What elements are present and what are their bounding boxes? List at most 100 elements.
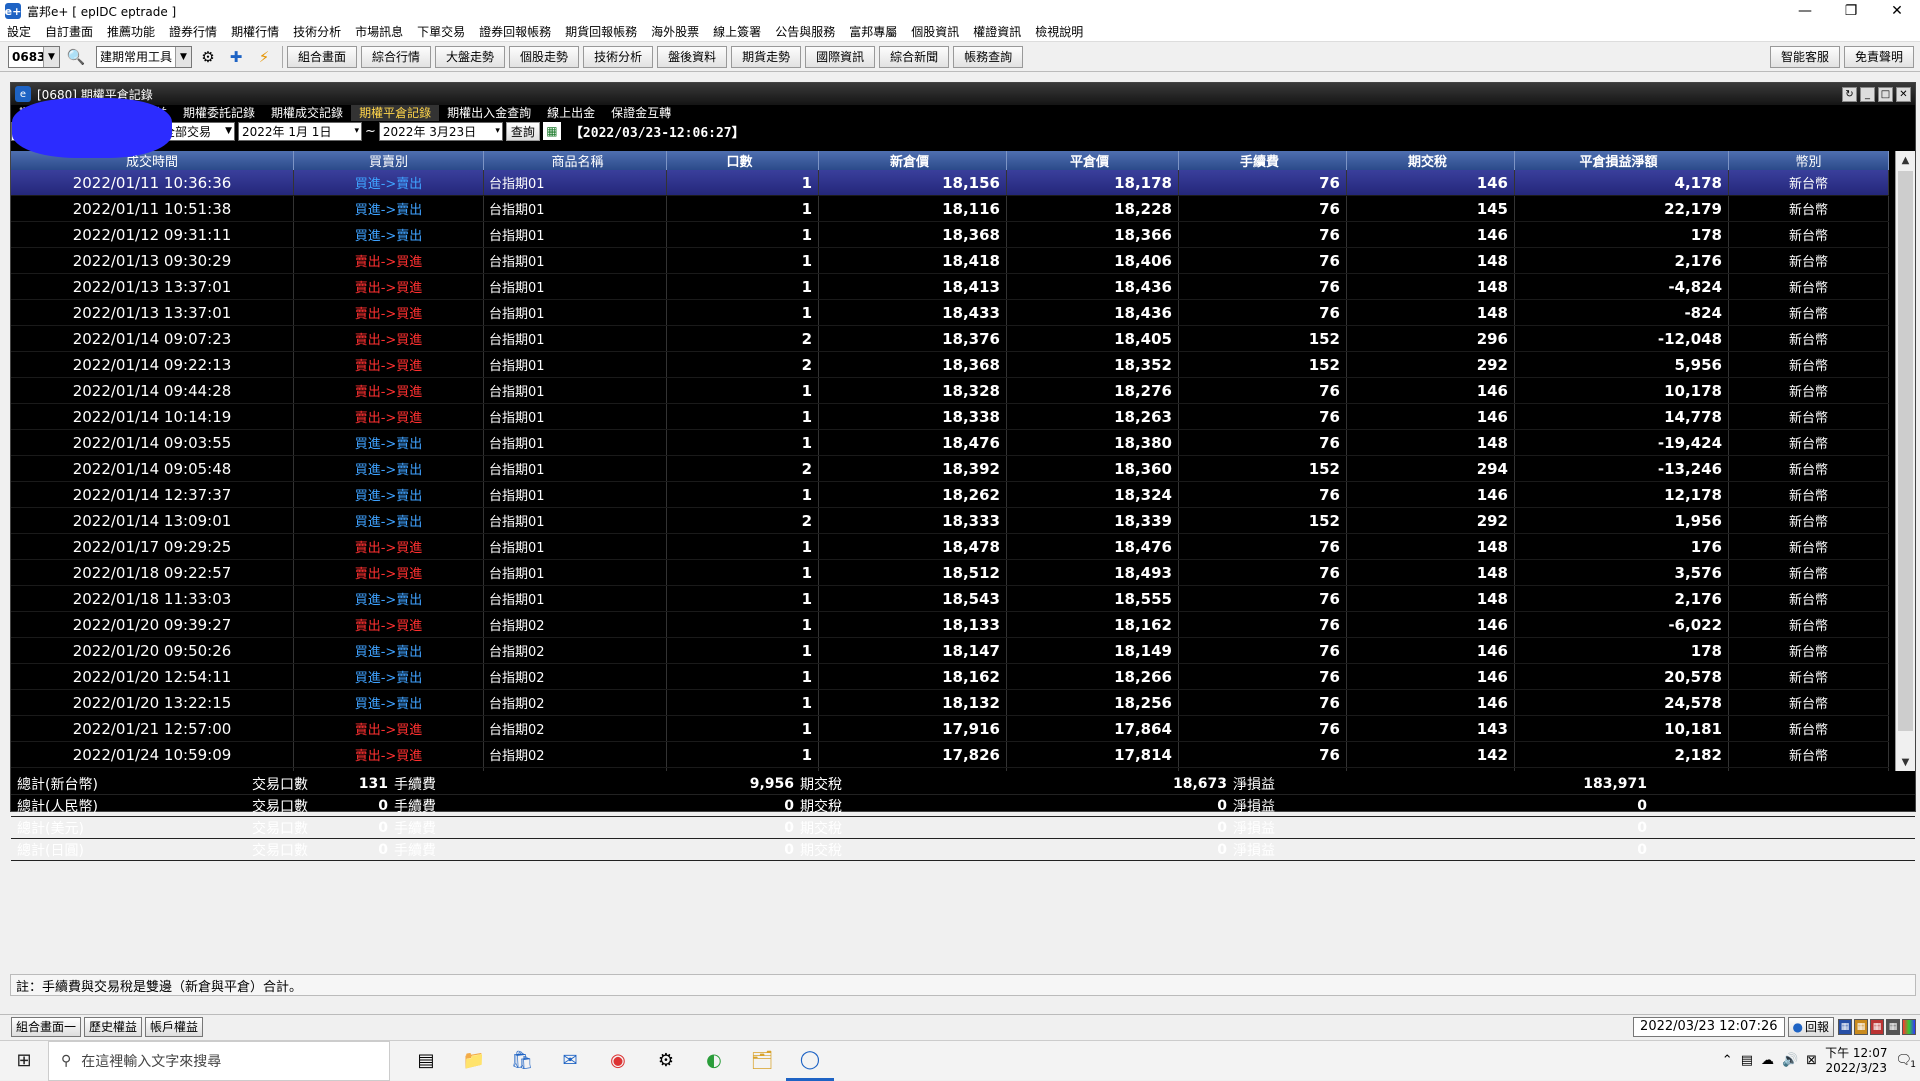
tab-7[interactable]: 保證金互轉 bbox=[603, 105, 679, 121]
stock-code-input[interactable]: 0683 ▼ bbox=[8, 45, 60, 68]
table-row[interactable]: 2022/01/20 12:54:11 買進->賣出 台指期02 1 18,162 18,… bbox=[11, 664, 1889, 690]
chrome-icon[interactable]: ◉ bbox=[594, 1041, 642, 1081]
table-row[interactable]: 2022/01/14 13:09:01 買進->賣出 台指期01 2 18,333 18,… bbox=[11, 508, 1889, 534]
table-row[interactable]: 2022/01/24 11:13:53賣出->買進台指期02117,86817,… bbox=[11, 768, 1889, 771]
table-row[interactable]: 2022/01/12 09:31:11 買進->賣出 台指期01 1 18,368 18,… bbox=[11, 222, 1889, 248]
table-row[interactable]: 2022/01/14 09:22:13 賣出->買進 台指期01 2 18,368 18,… bbox=[11, 352, 1889, 378]
settings-tool-icon[interactable]: ⚙ bbox=[196, 46, 220, 68]
taskbar-clock[interactable]: 下午 12:07 2022/3/23 bbox=[1825, 1046, 1887, 1076]
chevron-up-icon[interactable]: ⌃ bbox=[1722, 1053, 1733, 1068]
toolbar-right-button[interactable]: 免責聲明 bbox=[1843, 45, 1914, 68]
scroll-down-icon[interactable]: ▼ bbox=[1896, 753, 1915, 771]
menu-item[interactable]: 下單交易 bbox=[410, 23, 472, 40]
restore-icon[interactable]: ❐ bbox=[1828, 0, 1874, 22]
menu-item[interactable]: 證券回報帳務 bbox=[472, 23, 558, 40]
scroll-thumb[interactable] bbox=[1898, 171, 1913, 731]
layout-icon-3[interactable]: ▦ bbox=[1870, 1018, 1884, 1035]
toolbar-button[interactable]: 綜合行情 bbox=[361, 45, 432, 68]
settings-icon[interactable]: ⚙ bbox=[642, 1041, 690, 1081]
start-date-picker[interactable]: 2022年 1月 1日 ▾ bbox=[238, 121, 362, 141]
menu-item[interactable]: 海外股票 bbox=[644, 23, 706, 40]
cloud-icon[interactable]: ☁ bbox=[1761, 1053, 1774, 1068]
status-tab[interactable]: 歷史權益 bbox=[84, 1016, 143, 1037]
menu-item[interactable]: 自訂畫面 bbox=[38, 23, 100, 40]
table-row[interactable]: 2022/01/14 09:05:48 買進->賣出 台指期01 2 18,392 18,… bbox=[11, 456, 1889, 482]
toolbar-button[interactable]: 個股走勢 bbox=[509, 45, 580, 68]
table-row[interactable]: 2022/01/13 13:37:01 賣出->買進 台指期01 1 18,433 18,… bbox=[11, 300, 1889, 326]
minimize-icon[interactable]: _ bbox=[1860, 86, 1875, 102]
table-row[interactable]: 2022/01/13 09:30:29 賣出->買進 台指期01 1 18,418 18,… bbox=[11, 248, 1889, 274]
table-row[interactable]: 2022/01/24 10:59:09 賣出->買進 台指期02 1 17,826 17,… bbox=[11, 742, 1889, 768]
app-folder-icon[interactable]: 🗂 bbox=[738, 1041, 786, 1081]
column-header[interactable]: 期交稅 bbox=[1347, 151, 1515, 170]
task-view-icon[interactable]: ▤ bbox=[402, 1041, 450, 1081]
menu-item[interactable]: 權證資訊 bbox=[966, 23, 1028, 40]
table-row[interactable]: 2022/01/20 09:39:27 賣出->買進 台指期02 1 18,133 18,… bbox=[11, 612, 1889, 638]
toolbar-button[interactable]: 綜合新聞 bbox=[879, 45, 950, 68]
menu-item[interactable]: 市場訊息 bbox=[348, 23, 410, 40]
scroll-up-icon[interactable]: ▲ bbox=[1896, 151, 1915, 169]
refresh-icon[interactable]: ↻ bbox=[1842, 86, 1857, 102]
tab-6[interactable]: 線上出金 bbox=[539, 105, 603, 121]
tool-combo[interactable]: 建期常用工具 ▼ bbox=[96, 45, 192, 68]
table-row[interactable]: 2022/01/14 10:14:19 賣出->買進 台指期01 1 18,338 18,… bbox=[11, 404, 1889, 430]
network-icon[interactable]: ▤ bbox=[1741, 1053, 1753, 1068]
toolbar-button[interactable]: 盤後資料 bbox=[657, 45, 728, 68]
search-icon[interactable]: 🔍 bbox=[64, 46, 88, 68]
table-row[interactable]: 2022/01/18 09:22:57 賣出->買進 台指期01 1 18,512 18,… bbox=[11, 560, 1889, 586]
toolbar-button[interactable]: 國際資訊 bbox=[805, 45, 876, 68]
menu-item[interactable]: 證券行情 bbox=[162, 23, 224, 40]
vertical-scrollbar[interactable]: ▲ ▼ bbox=[1895, 151, 1915, 771]
store-icon[interactable]: 🛍 bbox=[498, 1041, 546, 1081]
column-header[interactable]: 手續費 bbox=[1179, 151, 1347, 170]
menu-item[interactable]: 技術分析 bbox=[286, 23, 348, 40]
menu-item[interactable]: 期權行情 bbox=[224, 23, 286, 40]
add-window-icon[interactable]: ✚ bbox=[224, 46, 248, 68]
minimize-icon[interactable]: — bbox=[1782, 0, 1828, 22]
menu-item[interactable]: 推薦功能 bbox=[100, 23, 162, 40]
lightning-icon[interactable]: ⚡ bbox=[252, 46, 276, 68]
menu-item[interactable]: 個股資訊 bbox=[904, 23, 966, 40]
notification-icon[interactable]: 🗨 1 bbox=[1895, 1053, 1916, 1070]
layout-icon-4[interactable]: ▦ bbox=[1886, 1018, 1900, 1035]
file-explorer-icon[interactable]: 📁 bbox=[450, 1041, 498, 1081]
menu-item[interactable]: 期貨回報帳務 bbox=[558, 23, 644, 40]
table-row[interactable]: 2022/01/18 11:33:03 買進->賣出 台指期01 1 18,543 18,… bbox=[11, 586, 1889, 612]
toolbar-right-button[interactable]: 智能客服 bbox=[1769, 45, 1840, 68]
column-header[interactable]: 買賣別 bbox=[294, 151, 484, 170]
toolbar-button[interactable]: 技術分析 bbox=[583, 45, 654, 68]
column-header[interactable]: 商品名稱 bbox=[484, 151, 667, 170]
taskbar-search-box[interactable]: ⚲ 在這裡輸入文字來搜尋 bbox=[48, 1040, 390, 1081]
table-row[interactable]: 2022/01/21 12:57:00 賣出->買進 台指期02 1 17,916 17,… bbox=[11, 716, 1889, 742]
menu-item[interactable]: 檢視說明 bbox=[1028, 23, 1090, 40]
layout-icon-2[interactable]: ▦ bbox=[1854, 1018, 1868, 1035]
menu-item[interactable]: 富邦專屬 bbox=[842, 23, 904, 40]
layout-icon-1[interactable]: ▦ bbox=[1838, 1018, 1852, 1035]
table-row[interactable]: 2022/01/14 09:07:23 賣出->買進 台指期01 2 18,376 18,… bbox=[11, 326, 1889, 352]
table-row[interactable]: 2022/01/14 12:37:37 買進->賣出 台指期01 1 18,262 18,… bbox=[11, 482, 1889, 508]
table-row[interactable]: 2022/01/20 13:22:15 買進->賣出 台指期02 1 18,132 18,… bbox=[11, 690, 1889, 716]
table-row[interactable]: 2022/01/13 13:37:01 賣出->買進 台指期01 1 18,413 18,… bbox=[11, 274, 1889, 300]
menu-item[interactable]: 設定 bbox=[0, 23, 38, 40]
table-row[interactable]: 2022/01/14 09:03:55 買進->賣出 台指期01 1 18,476 18,… bbox=[11, 430, 1889, 456]
toolbar-button[interactable]: 組合畫面 bbox=[287, 45, 358, 68]
toolbar-button[interactable]: 期貨走勢 bbox=[731, 45, 802, 68]
return-report-button[interactable]: ● 回報 bbox=[1787, 1016, 1834, 1037]
chevron-down-icon[interactable]: ▼ bbox=[43, 46, 59, 67]
color-palette-icon[interactable] bbox=[1902, 1018, 1916, 1035]
tab-3[interactable]: 期權成交記錄 bbox=[263, 105, 351, 121]
close-icon[interactable]: ✕ bbox=[1874, 0, 1920, 22]
volume-icon[interactable]: 🔊 bbox=[1782, 1053, 1798, 1068]
fubon-app-icon[interactable]: ◯ bbox=[786, 1041, 834, 1081]
menu-item[interactable]: 公告與服務 bbox=[768, 23, 842, 40]
column-header[interactable]: 平倉價 bbox=[1007, 151, 1179, 170]
column-header[interactable]: 幣別 bbox=[1729, 151, 1889, 170]
input-method-icon[interactable]: ⊠ bbox=[1806, 1053, 1817, 1068]
status-tab[interactable]: 組合畫面一 bbox=[11, 1016, 82, 1037]
column-header[interactable]: 口數 bbox=[667, 151, 819, 170]
close-icon[interactable]: ✕ bbox=[1896, 86, 1911, 102]
chevron-down-icon[interactable]: ▼ bbox=[175, 46, 191, 67]
column-header[interactable]: 平倉損益淨額 bbox=[1515, 151, 1729, 170]
table-row[interactable]: 2022/01/11 10:51:38 買進->賣出 台指期01 1 18,116 18,… bbox=[11, 196, 1889, 222]
table-row[interactable]: 2022/01/20 09:50:26 買進->賣出 台指期02 1 18,147 18,… bbox=[11, 638, 1889, 664]
